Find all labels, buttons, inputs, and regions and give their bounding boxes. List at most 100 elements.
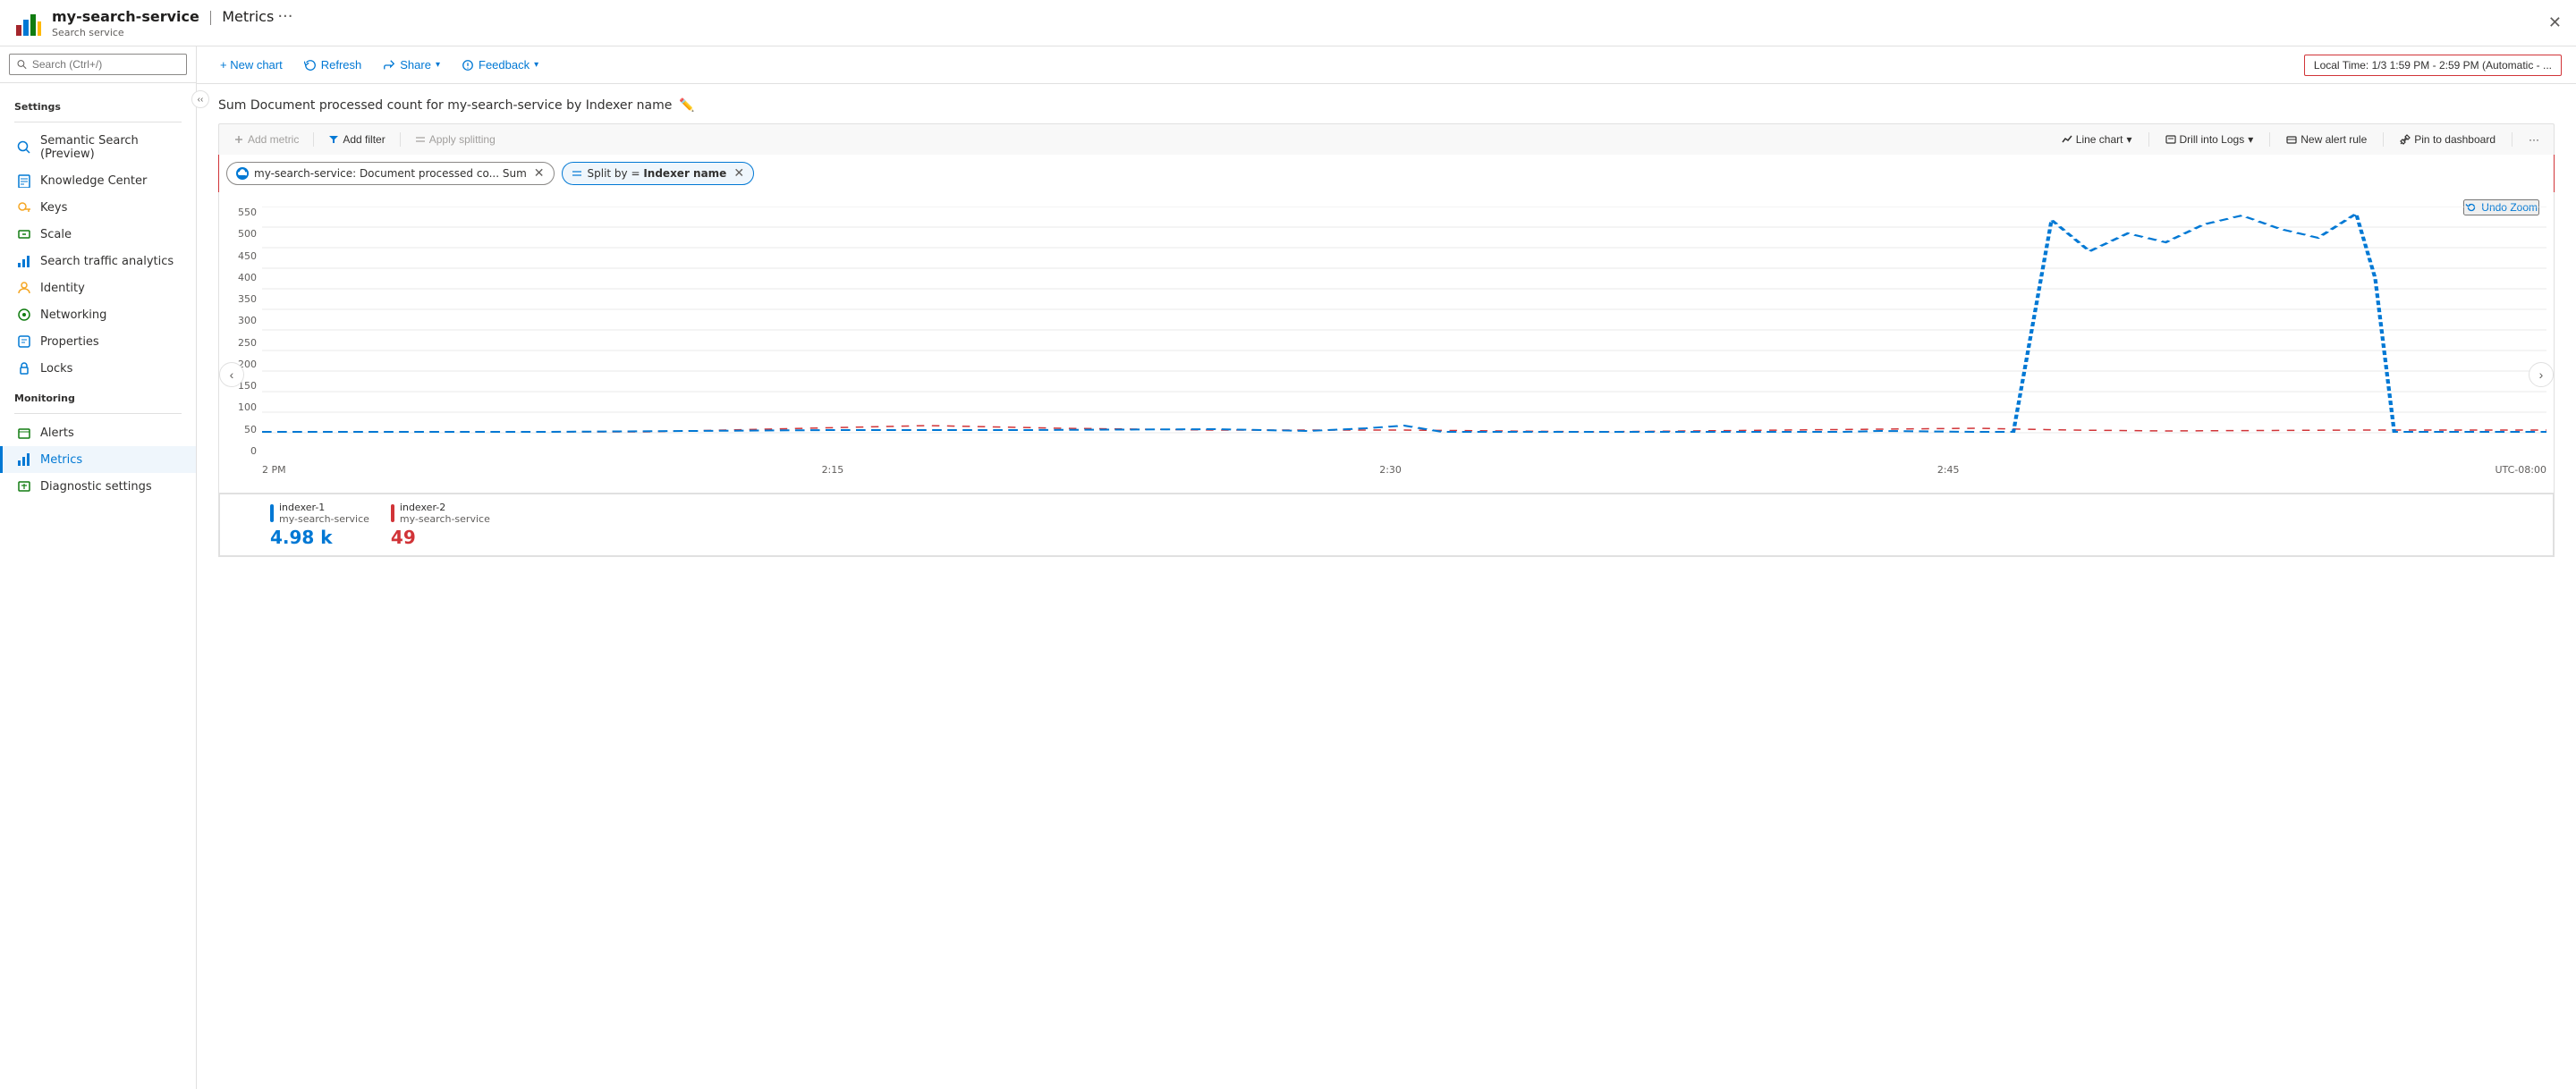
share-button[interactable]: Share ▾ <box>374 54 449 76</box>
chart-legend: indexer-1 my-search-service 4.98 k index… <box>219 493 2554 556</box>
title-bar: my-search-service | Metrics ··· Search s… <box>0 0 2576 46</box>
monitoring-section-title: Monitoring <box>0 382 196 408</box>
new-chart-button[interactable]: + New chart <box>211 54 292 76</box>
sidebar-item-diagnostic[interactable]: Diagnostic settings <box>0 473 196 500</box>
split-pill[interactable]: Split by = Indexer name ✕ <box>562 162 755 185</box>
split-pill-close-icon[interactable]: ✕ <box>733 166 744 181</box>
chart-next-button[interactable]: › <box>2529 362 2554 387</box>
refresh-icon <box>304 59 317 72</box>
settings-section-title: Settings <box>0 90 196 116</box>
more-options-button[interactable]: ··· <box>2521 130 2546 149</box>
sidebar-wrapper: ‹‹ Settings Semantic Search (Preview) <box>0 46 197 1089</box>
chart-prev-button[interactable]: ‹ <box>219 362 244 387</box>
sidebar-item-networking[interactable]: Networking <box>0 301 196 328</box>
metric-pill-label: my-search-service: Document processed co… <box>254 167 527 180</box>
search-icon <box>17 59 27 70</box>
add-filter-button[interactable]: Add filter <box>321 130 392 149</box>
add-metric-button[interactable]: Add metric <box>226 130 306 149</box>
collapse-sidebar-btn[interactable]: ‹‹ <box>191 90 209 108</box>
metric-pills: my-search-service: Document processed co… <box>218 155 2555 192</box>
title-bar-left: my-search-service | Metrics ··· Search s… <box>14 7 292 38</box>
page-title: Metrics <box>222 8 274 25</box>
feedback-button[interactable]: Feedback ▾ <box>453 54 547 76</box>
metric-toolbar-sep5 <box>2383 132 2384 147</box>
sidebar-item-traffic[interactable]: Search traffic analytics <box>0 248 196 274</box>
sidebar-item-semantic-search[interactable]: Semantic Search (Preview) <box>0 128 196 167</box>
sidebar-item-identity[interactable]: Identity <box>0 274 196 301</box>
sidebar-item-properties[interactable]: Properties <box>0 328 196 355</box>
splitting-icon <box>415 134 426 145</box>
alerts-icon <box>17 426 31 440</box>
sidebar-item-metrics[interactable]: Metrics <box>0 446 196 473</box>
metric-pill-document[interactable]: my-search-service: Document processed co… <box>226 162 555 185</box>
metric-toolbar-right: Line chart ▾ Drill into Logs ▾ New alert… <box>2055 130 2546 149</box>
feedback-chevron-icon: ▾ <box>534 60 538 70</box>
share-chevron-icon: ▾ <box>436 60 440 70</box>
split-pill-label: Split by = Indexer name <box>588 167 727 180</box>
metric-toolbar-sep1 <box>313 132 314 147</box>
line-chart-button[interactable]: Line chart ▾ <box>2055 130 2140 149</box>
sidebar-label-locks: Locks <box>40 362 72 376</box>
sidebar-label-metrics: Metrics <box>40 453 82 467</box>
legend-service-indexer1: my-search-service <box>279 513 369 525</box>
title-more-btn[interactable]: ··· <box>277 7 292 26</box>
legend-service-indexer2: my-search-service <box>400 513 490 525</box>
main-layout: ‹‹ Settings Semantic Search (Preview) <box>0 46 2576 1089</box>
new-alert-button[interactable]: New alert rule <box>2279 130 2374 149</box>
legend-name-indexer2: indexer-2 <box>400 502 490 513</box>
search-input[interactable] <box>32 58 179 71</box>
metric-toolbar-sep2 <box>400 132 401 147</box>
title-separator: | <box>208 8 213 25</box>
filter-icon <box>328 134 339 145</box>
sidebar-nav: Settings Semantic Search (Preview) Knowl… <box>0 83 196 1089</box>
chart-title: Sum Document processed count for my-sear… <box>218 98 672 113</box>
pin-dashboard-button[interactable]: Pin to dashboard <box>2393 130 2503 149</box>
chart-area: Sum Document processed count for my-sear… <box>197 84 2576 1089</box>
sidebar-label-identity: Identity <box>40 282 85 295</box>
metric-toolbar-sep3 <box>2148 132 2149 147</box>
sidebar-label-scale: Scale <box>40 228 72 241</box>
drill-logs-button[interactable]: Drill into Logs ▾ <box>2158 130 2261 149</box>
pill-cloud-icon <box>236 167 249 180</box>
service-name: my-search-service <box>52 8 199 25</box>
metric-pill-close-icon[interactable]: ✕ <box>534 166 545 181</box>
line-chart-icon <box>2062 134 2072 145</box>
drill-logs-icon <box>2165 134 2176 145</box>
sidebar-label-alerts: Alerts <box>40 426 74 440</box>
legend-value-indexer2: 49 <box>391 527 490 548</box>
share-icon <box>383 59 395 72</box>
legend-value-indexer1: 4.98 k <box>270 527 369 548</box>
sidebar-label-networking: Networking <box>40 308 106 322</box>
service-subtitle: Search service <box>52 27 292 38</box>
sidebar: ‹‹ Settings Semantic Search (Preview) <box>0 46 197 1089</box>
keys-icon <box>17 200 31 215</box>
legend-item-indexer2: indexer-2 my-search-service 49 <box>391 502 490 548</box>
search-box <box>0 46 196 83</box>
metric-toolbar-left: Add metric Add filter Apply splitting <box>226 130 503 149</box>
time-range-button[interactable]: Local Time: 1/3 1:59 PM - 2:59 PM (Autom… <box>2304 55 2562 76</box>
sidebar-item-knowledge-center[interactable]: Knowledge Center <box>0 167 196 194</box>
chart-svg <box>262 207 2546 457</box>
feedback-icon <box>462 59 474 72</box>
sidebar-item-scale[interactable]: Scale <box>0 221 196 248</box>
networking-icon <box>17 308 31 322</box>
chart-title-row: Sum Document processed count for my-sear… <box>218 98 2555 113</box>
legend-item-indexer1: indexer-1 my-search-service 4.98 k <box>270 502 369 548</box>
apply-splitting-button[interactable]: Apply splitting <box>408 130 503 149</box>
close-button[interactable]: ✕ <box>2548 13 2562 32</box>
edit-chart-title-icon[interactable]: ✏️ <box>679 98 694 113</box>
sidebar-label-diagnostic: Diagnostic settings <box>40 480 152 494</box>
sidebar-label-keys: Keys <box>40 201 67 215</box>
toolbar: + New chart Refresh Share ▾ Feedback ▾ L… <box>197 46 2576 84</box>
semantic-search-icon <box>17 140 31 155</box>
x-label-utc: UTC-08:00 <box>2495 464 2546 476</box>
knowledge-center-icon <box>17 173 31 188</box>
scale-icon <box>17 227 31 241</box>
search-input-wrap <box>9 54 187 75</box>
add-metric-icon <box>233 134 244 145</box>
sidebar-item-keys[interactable]: Keys <box>0 194 196 221</box>
sidebar-item-alerts[interactable]: Alerts <box>0 419 196 446</box>
metric-toolbar-sep4 <box>2269 132 2270 147</box>
sidebar-item-locks[interactable]: Locks <box>0 355 196 382</box>
refresh-button[interactable]: Refresh <box>295 54 371 76</box>
